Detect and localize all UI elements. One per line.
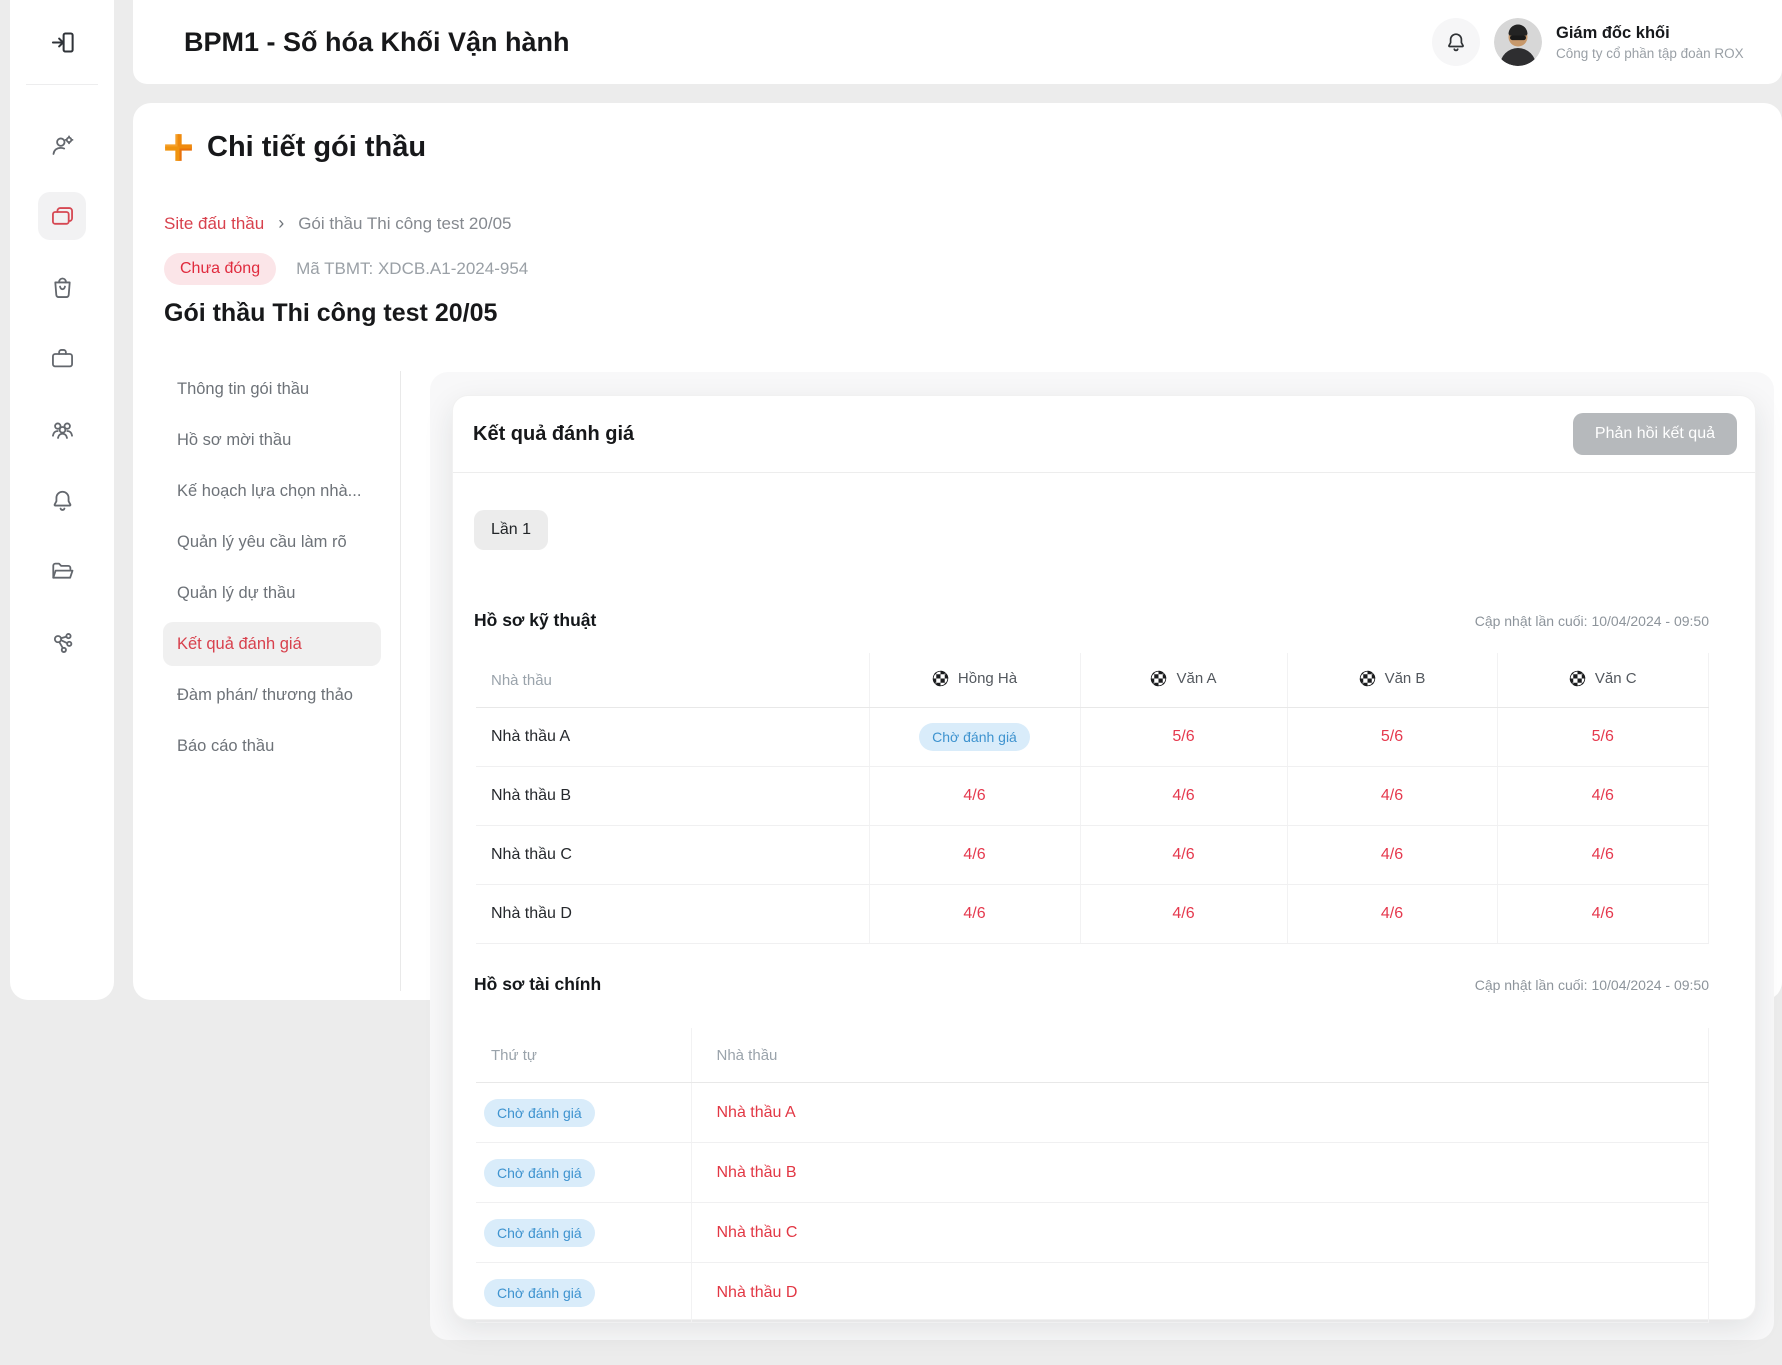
shopping-bag-icon[interactable] xyxy=(38,263,86,311)
checkered-flag-icon xyxy=(1569,670,1586,687)
checkered-flag-icon xyxy=(1150,670,1167,687)
network-icon[interactable] xyxy=(38,618,86,666)
tech-col-header: Văn A xyxy=(1080,653,1287,708)
menu-item-5[interactable]: Quản lý dự thầu xyxy=(163,571,381,615)
page-title: Chi tiết gói thầu xyxy=(207,131,426,164)
menu-item-6[interactable]: Kết quả đánh giá xyxy=(163,622,381,666)
package-menu: Thông tin gói thầu Hồ sơ mời thầu Kế hoạch… xyxy=(163,367,381,768)
briefcase-icon[interactable] xyxy=(38,334,86,382)
score-link[interactable]: 4/6 xyxy=(1172,787,1194,804)
tech-col-header: Hồng Hà xyxy=(869,653,1080,708)
sidebar-toggle-icon[interactable] xyxy=(38,18,86,66)
vendor-name-cell: Nhà thầu D xyxy=(476,885,869,944)
financial-table: Thứ tựNhà thầuChờ đánh giáNhà thầu AChờ … xyxy=(476,1028,1709,1323)
menu-item-3[interactable]: Kế hoạch lựa chọn nhà... xyxy=(163,469,381,513)
icon-sidebar xyxy=(10,0,114,1000)
score-link[interactable]: 4/6 xyxy=(1381,846,1403,863)
score-link[interactable]: 4/6 xyxy=(1172,846,1194,863)
vendor-link[interactable]: Nhà thầu C xyxy=(717,1224,798,1241)
fin-col-header: Thứ tự xyxy=(476,1028,691,1083)
vendor-name-cell: Nhà thầu C xyxy=(476,826,869,885)
score-link[interactable]: 4/6 xyxy=(963,905,985,922)
vendor-link[interactable]: Nhà thầu A xyxy=(717,1104,796,1121)
table-row: Chờ đánh giá Nhà thầu A xyxy=(476,1083,1709,1143)
menu-item-8[interactable]: Báo cáo thầu xyxy=(163,724,381,768)
table-row: Chờ đánh giá Nhà thầu B xyxy=(476,1143,1709,1203)
score-link[interactable]: 4/6 xyxy=(1592,787,1614,804)
status-badge: Chưa đóng xyxy=(164,253,276,285)
pending-evaluation-badge: Chờ đánh giá xyxy=(484,1099,595,1127)
financial-updated-at: Cập nhật lần cuối: 10/04/2024 - 09:50 xyxy=(1475,977,1709,993)
pending-evaluation-badge: Chờ đánh giá xyxy=(919,723,1030,751)
score-link[interactable]: 5/6 xyxy=(1592,728,1614,745)
pending-evaluation-badge: Chờ đánh giá xyxy=(484,1219,595,1247)
table-row: Nhà thầu A Chờ đánh giá 5/6 5/6 5/6 xyxy=(476,708,1709,767)
score-link[interactable]: 4/6 xyxy=(963,846,985,863)
folder-icon[interactable] xyxy=(38,547,86,595)
menu-divider xyxy=(400,371,401,991)
round-tab[interactable]: Lần 1 xyxy=(474,510,548,550)
user-gear-icon[interactable] xyxy=(38,121,86,169)
menu-item-2[interactable]: Hồ sơ mời thầu xyxy=(163,418,381,462)
score-link[interactable]: 4/6 xyxy=(1592,905,1614,922)
tech-col-header: Văn C xyxy=(1497,653,1709,708)
evaluation-panel: Kết quả đánh giá Phản hồi kết quả Lần 1 … xyxy=(452,395,1756,1320)
pending-evaluation-badge: Chờ đánh giá xyxy=(484,1159,595,1187)
score-link[interactable]: 4/6 xyxy=(1592,846,1614,863)
fin-col-header: Nhà thầu xyxy=(691,1028,1709,1083)
vendor-link[interactable]: Nhà thầu B xyxy=(717,1164,797,1181)
table-row: Chờ đánh giá Nhà thầu C xyxy=(476,1203,1709,1263)
table-row: Chờ đánh giá Nhà thầu D xyxy=(476,1263,1709,1323)
table-row: Nhà thầu B 4/6 4/6 4/6 4/6 xyxy=(476,767,1709,826)
menu-item-1[interactable]: Thông tin gói thầu xyxy=(163,367,381,411)
cards-icon[interactable] xyxy=(38,192,86,240)
package-heading: Gói thầu Thi công test 20/05 xyxy=(164,299,497,328)
app-title: BPM1 - Số hóa Khối Vận hành xyxy=(184,27,1432,58)
menu-item-4[interactable]: Quản lý yêu cầu làm rõ xyxy=(163,520,381,564)
topbar: BPM1 - Số hóa Khối Vận hành Giám đốc khố… xyxy=(133,0,1782,84)
score-link[interactable]: 4/6 xyxy=(963,787,985,804)
technical-section-title: Hồ sơ kỹ thuật xyxy=(474,610,596,631)
score-link[interactable]: 5/6 xyxy=(1172,728,1194,745)
checkered-flag-icon xyxy=(1359,670,1376,687)
app-window: BPM1 - Số hóa Khối Vận hành Giám đốc khố… xyxy=(0,0,1782,1365)
breadcrumb: Site đấu thầu › Gói thầu Thi công test 2… xyxy=(164,213,511,234)
score-link[interactable]: 4/6 xyxy=(1172,905,1194,922)
tbmt-code: Mã TBMT: XDCB.A1-2024-954 xyxy=(296,259,528,279)
user-company: Công ty cổ phần tập đoàn ROX xyxy=(1556,46,1756,61)
bell-icon[interactable] xyxy=(38,476,86,524)
panel-title: Kết quả đánh giá xyxy=(473,423,634,446)
technical-table: Nhà thầuHồng HàVăn AVăn BVăn CNhà thầu A… xyxy=(476,653,1709,944)
notification-bell-icon[interactable] xyxy=(1432,18,1480,66)
score-link[interactable]: 5/6 xyxy=(1381,728,1403,745)
breadcrumb-current: Gói thầu Thi công test 20/05 xyxy=(298,214,511,234)
breadcrumb-link-site[interactable]: Site đấu thầu xyxy=(164,214,264,234)
tech-col-header: Nhà thầu xyxy=(476,653,869,708)
vendor-link[interactable]: Nhà thầu D xyxy=(717,1284,798,1301)
table-row: Nhà thầu D 4/6 4/6 4/6 4/6 xyxy=(476,885,1709,944)
avatar[interactable] xyxy=(1494,18,1542,66)
vendor-name-cell: Nhà thầu A xyxy=(476,708,869,767)
user-name: Giám đốc khối xyxy=(1556,24,1756,43)
vendor-name-cell: Nhà thầu B xyxy=(476,767,869,826)
score-link[interactable]: 4/6 xyxy=(1381,905,1403,922)
team-icon[interactable] xyxy=(38,405,86,453)
sidebar-divider xyxy=(26,84,98,85)
checkered-flag-icon xyxy=(932,670,949,687)
tech-col-header: Văn B xyxy=(1287,653,1497,708)
table-row: Nhà thầu C 4/6 4/6 4/6 4/6 xyxy=(476,826,1709,885)
feedback-button[interactable]: Phản hồi kết quả xyxy=(1573,413,1737,455)
pending-evaluation-badge: Chờ đánh giá xyxy=(484,1279,595,1307)
technical-updated-at: Cập nhật lần cuối: 10/04/2024 - 09:50 xyxy=(1475,613,1709,629)
chevron-right-icon: › xyxy=(278,213,284,234)
score-link[interactable]: 4/6 xyxy=(1381,787,1403,804)
rox-logo-icon xyxy=(163,132,194,163)
menu-item-7[interactable]: Đàm phán/ thương thảo xyxy=(163,673,381,717)
financial-section-title: Hồ sơ tài chính xyxy=(474,974,601,995)
